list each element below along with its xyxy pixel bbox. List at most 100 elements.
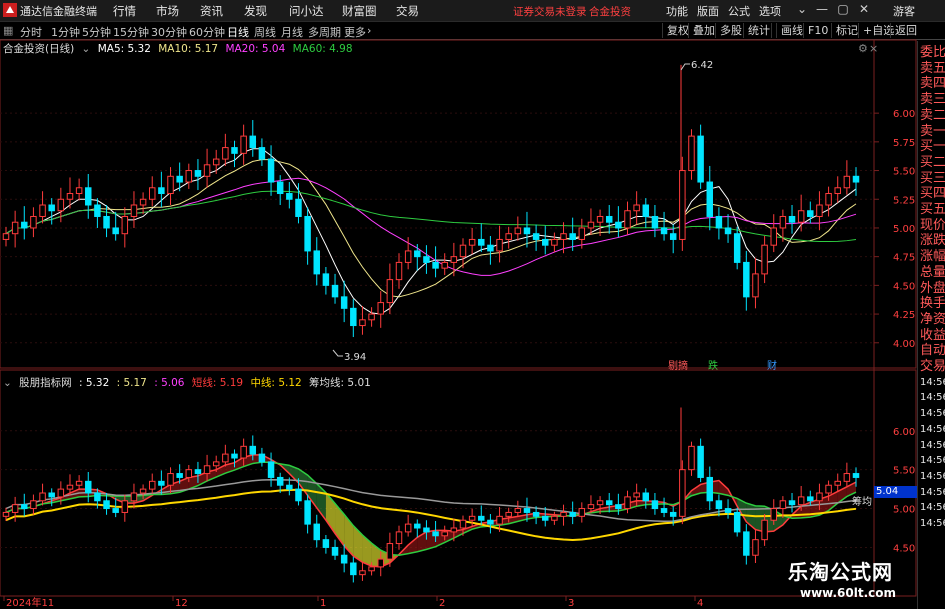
- candle-body: [57, 488, 65, 498]
- y-tick-label: 4.00: [893, 339, 915, 350]
- candle-body: [103, 500, 110, 510]
- candle-body: [404, 523, 412, 533]
- right-panel-item[interactable]: 净资: [920, 312, 945, 328]
- right-panel-item[interactable]: 买一: [920, 139, 945, 155]
- candle-body: [761, 244, 768, 275]
- right-panel-item[interactable]: 买二: [920, 155, 945, 171]
- right-panel-item[interactable]: 14:56: [920, 375, 945, 391]
- candle-body: [660, 227, 668, 235]
- candle-body: [377, 558, 384, 568]
- candle-body: [642, 492, 650, 502]
- candle-body: [816, 492, 823, 502]
- right-panel-item[interactable]: 卖四: [920, 76, 945, 92]
- candle-body: [724, 508, 732, 513]
- right-panel-item[interactable]: 涨跌: [920, 233, 945, 249]
- candle-body: [322, 539, 330, 548]
- candle-body: [468, 515, 476, 521]
- event-tag: 剔摘: [668, 359, 688, 372]
- right-panel-item[interactable]: 外盘: [920, 281, 945, 297]
- right-panel-item[interactable]: 买四: [920, 186, 945, 202]
- candle-body: [386, 279, 394, 304]
- right-panel-item[interactable]: 自动: [920, 343, 945, 359]
- right-panel-item[interactable]: 现价: [920, 218, 945, 234]
- candle-body: [295, 198, 302, 217]
- candle-body: [395, 531, 403, 545]
- right-panel-item[interactable]: 14:56: [920, 390, 945, 406]
- candle-body: [30, 500, 37, 510]
- candle-body: [203, 164, 211, 177]
- right-panel-item[interactable]: 换手: [920, 296, 945, 312]
- candle-body: [615, 504, 622, 510]
- candle-body: [267, 158, 275, 183]
- candle-body: [231, 147, 238, 154]
- candle-body: [167, 175, 174, 195]
- candle-body: [733, 233, 741, 263]
- right-panel-item[interactable]: 卖二: [920, 108, 945, 124]
- right-panel-item[interactable]: 14:56: [920, 485, 945, 501]
- candle-body: [578, 227, 586, 240]
- x-axis: 2024年11 12 1 2 3 4: [3, 596, 703, 609]
- candle-body: [834, 480, 841, 486]
- kline-chart[interactable]: 6.00 5.75 5.50 5.25 5.00 4.75 4.50 4.25 4.00 6.0…: [0, 0, 945, 609]
- candle-body: [48, 204, 55, 212]
- candle-body: [605, 215, 613, 223]
- right-panel-item[interactable]: 14:56: [920, 500, 945, 516]
- candle-body: [39, 492, 46, 502]
- candle-body: [414, 250, 421, 258]
- candle-body: [121, 500, 129, 513]
- chevron-down-icon[interactable]: ⌄: [3, 377, 12, 389]
- candle-body: [350, 562, 357, 576]
- right-panel-item[interactable]: 卖五: [920, 61, 945, 77]
- candle-body: [752, 539, 759, 556]
- candle-body: [478, 515, 485, 521]
- right-panel-item[interactable]: 14:56: [920, 422, 945, 438]
- candle-body: [121, 215, 129, 235]
- candle-body: [276, 476, 284, 486]
- candle-body: [441, 261, 448, 269]
- right-panel-item[interactable]: 14:56: [920, 453, 945, 469]
- candle-body: [167, 473, 174, 486]
- right-panel-item[interactable]: 买五: [920, 202, 945, 218]
- right-panel-item[interactable]: 涨幅: [920, 249, 945, 265]
- settings-icon[interactable]: ⚙: [858, 42, 868, 55]
- high-label: 6.42: [691, 60, 713, 71]
- right-panel-item[interactable]: 总量: [920, 265, 945, 281]
- y-tick-label: 5.25: [893, 195, 915, 206]
- main-gridlines: [0, 112, 874, 344]
- candle-body: [797, 210, 805, 223]
- candle-body: [203, 465, 211, 475]
- candle-body: [651, 215, 659, 229]
- candle-body: [423, 527, 430, 533]
- right-panel-item[interactable]: 14:56: [920, 516, 945, 532]
- candle-body: [39, 204, 46, 217]
- candle-body: [66, 484, 74, 490]
- right-panel-item[interactable]: 收益: [920, 328, 945, 344]
- candle-body: [532, 233, 540, 240]
- candle-body: [258, 453, 266, 463]
- candle-body: [313, 250, 320, 275]
- y-tick-label: 5.50: [893, 167, 915, 178]
- right-panel-item[interactable]: 卖三: [920, 92, 945, 108]
- candle-body: [112, 227, 119, 235]
- candle-body: [11, 221, 19, 235]
- candle-body: [807, 210, 814, 217]
- candle-body: [523, 508, 531, 513]
- right-panel-item[interactable]: 14:56: [920, 469, 945, 485]
- right-panel-item[interactable]: 卖一: [920, 124, 945, 140]
- candle-body: [852, 473, 860, 478]
- candle-body: [450, 527, 458, 533]
- x-tick-label: 4: [697, 598, 703, 609]
- right-panel-item[interactable]: 14:56: [920, 438, 945, 454]
- right-panel-item[interactable]: 买三: [920, 171, 945, 187]
- y-tick-label: 5.50: [893, 466, 915, 477]
- right-panel-item[interactable]: 交易: [920, 359, 945, 375]
- right-panel-item[interactable]: 14:56: [920, 406, 945, 422]
- candle-body: [286, 484, 293, 490]
- right-panel-item[interactable]: 委比: [920, 45, 945, 61]
- close-pane-icon[interactable]: ×: [869, 42, 878, 55]
- candle-body: [478, 238, 485, 246]
- candle-body: [414, 523, 421, 529]
- chevron-down-icon[interactable]: ⌄: [82, 43, 91, 55]
- candle-body: [441, 531, 448, 537]
- candle-body: [94, 492, 101, 502]
